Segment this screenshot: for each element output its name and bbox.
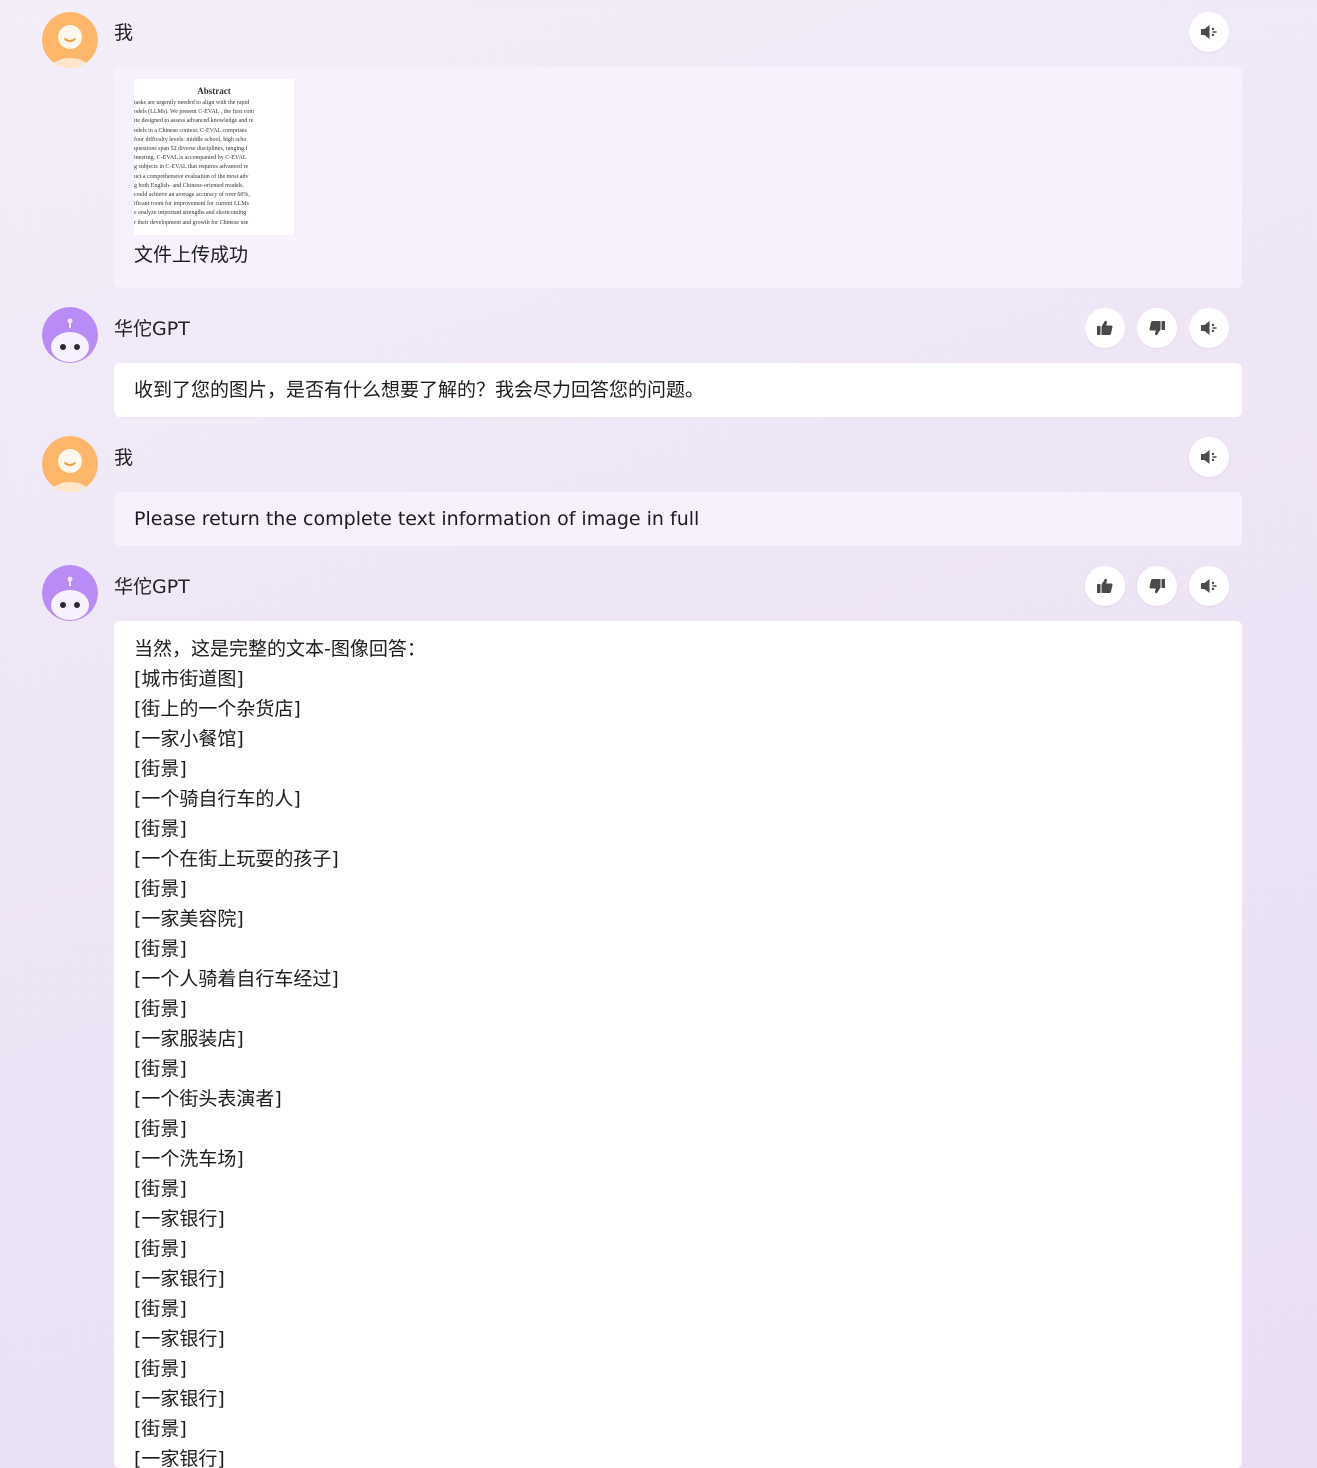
answer-line: [一家银行]: [134, 1448, 225, 1468]
answer-line: [一家银行]: [134, 1388, 225, 1410]
answer-line: [一个洗车场]: [134, 1148, 244, 1170]
thumb-down-icon: [1149, 579, 1165, 594]
sender-name: 华佗GPT: [114, 318, 190, 340]
answer-line: [街景]: [134, 878, 187, 900]
sender-name: 华佗GPT: [114, 576, 190, 598]
answer-line: [一个人骑着自行车经过]: [134, 968, 339, 990]
robot-avatar-icon: [42, 565, 98, 621]
thumbnail-text-line: ificant room for improvement for current…: [134, 201, 249, 208]
robot-avatar-icon: [42, 307, 98, 363]
bot-avatar: [42, 565, 98, 621]
thumbnail-text-line: g subjects in C-EVAL that requires advan…: [134, 164, 249, 171]
thumbnail-text-line: ineering. C-EVAL is accompanied by C-EVA…: [134, 155, 247, 162]
answer-line: [一家美容院]: [134, 908, 244, 930]
speaker-button[interactable]: [1189, 308, 1229, 348]
answer-line: [街景]: [134, 998, 187, 1020]
user-avatar-icon: [42, 12, 98, 68]
upload-status-text: 文件上传成功: [134, 244, 249, 266]
answer-line: [街景]: [134, 1298, 187, 1320]
thumbnail-text-line: questions span 52 diverse disciplines, r…: [134, 146, 248, 153]
user-avatar: [42, 12, 98, 68]
thumb-down-icon: [1149, 321, 1165, 336]
answer-line: [一家服装店]: [134, 1028, 244, 1050]
sender-name: 我: [114, 447, 134, 469]
thumbnail-text-line: e analyze important strengths and shortc…: [134, 210, 247, 217]
thumbnail-text-line: odels (LLMs). We present C-EVAL , the fi…: [134, 109, 255, 116]
message-actions: [1189, 12, 1229, 52]
answer-line: [街景]: [134, 818, 187, 840]
answer-line: [一家银行]: [134, 1268, 225, 1290]
answer-line: [街景]: [134, 758, 187, 780]
message-bubble: Please return the complete text informat…: [114, 492, 1242, 546]
answer-line: [街景]: [134, 938, 187, 960]
answer-line: [街景]: [134, 1058, 187, 1080]
thumbnail-title: Abstract: [197, 86, 231, 96]
message-actions: [1085, 308, 1229, 348]
answer-line: [一个骑自行车的人]: [134, 788, 301, 810]
thumbnail-text-line: uct a comprehensive evaluation of the mo…: [134, 173, 249, 180]
answer-line: [一个街头表演者]: [134, 1088, 282, 1110]
answer-line: 当然，这是完整的文本-图像回答：: [134, 638, 426, 660]
message-actions: [1085, 566, 1229, 606]
thumbnail-text-line: g both English- and Chinese-oriented mod…: [134, 182, 244, 189]
dislike-button[interactable]: [1137, 566, 1177, 606]
user-avatar: [42, 436, 98, 492]
answer-line: [街景]: [134, 1118, 187, 1140]
like-button[interactable]: [1085, 566, 1125, 606]
answer-line: [街上的一个杂货店]: [134, 698, 301, 720]
answer-line: [街景]: [134, 1178, 187, 1200]
user-avatar-icon: [42, 436, 98, 492]
speaker-icon: [1201, 321, 1217, 335]
uploaded-image-thumbnail[interactable]: Abstract tasks are urgently needed to al…: [134, 79, 294, 235]
thumbnail-text-line: could achieve an average accuracy of ove…: [134, 192, 250, 199]
thumbnail-text-line: tasks are urgently needed to align with …: [134, 100, 250, 106]
answer-line: [街景]: [134, 1358, 187, 1380]
answer-line: [街景]: [134, 1418, 187, 1440]
speaker-icon: [1201, 579, 1217, 593]
answer-line: [一个在街上玩耍的孩子]: [134, 848, 339, 870]
thumbnail-text-line: r their development and growth for Chine…: [134, 219, 249, 226]
message-actions: [1189, 437, 1229, 477]
bot-avatar: [42, 307, 98, 363]
speaker-icon: [1201, 450, 1217, 464]
sender-name: 我: [114, 22, 134, 44]
answer-line: [街景]: [134, 1238, 187, 1260]
thumbnail-text-line: odels in a Chinese context. C-EVAL compr…: [134, 127, 247, 134]
message-bubble: Abstract tasks are urgently needed to al…: [114, 67, 1242, 288]
answer-line: [一家小餐馆]: [134, 728, 244, 750]
speaker-button[interactable]: [1189, 12, 1229, 52]
answer-line: [一家银行]: [134, 1208, 225, 1230]
answer-line: [一家银行]: [134, 1328, 225, 1350]
thumb-up-icon: [1097, 578, 1113, 593]
dislike-button[interactable]: [1137, 308, 1177, 348]
speaker-button[interactable]: [1189, 437, 1229, 477]
thumb-up-icon: [1097, 320, 1113, 335]
thumbnail-text-line: ite designed to assess advanced knowledg…: [134, 118, 254, 125]
speaker-button[interactable]: [1189, 566, 1229, 606]
message-text: Please return the complete text informat…: [134, 508, 700, 530]
thumbnail-text-line: four difficulty levels: middle school, h…: [134, 136, 247, 143]
message-bubble: 当然，这是完整的文本-图像回答： [城市街道图] [街上的一个杂货店] [一家小…: [114, 621, 1242, 1468]
answer-line: [城市街道图]: [134, 668, 244, 690]
message-bubble: 收到了您的图片，是否有什么想要了解的？我会尽力回答您的问题。: [114, 363, 1242, 417]
speaker-icon: [1201, 25, 1217, 39]
message-text: 收到了您的图片，是否有什么想要了解的？我会尽力回答您的问题。: [134, 379, 705, 401]
like-button[interactable]: [1085, 308, 1125, 348]
